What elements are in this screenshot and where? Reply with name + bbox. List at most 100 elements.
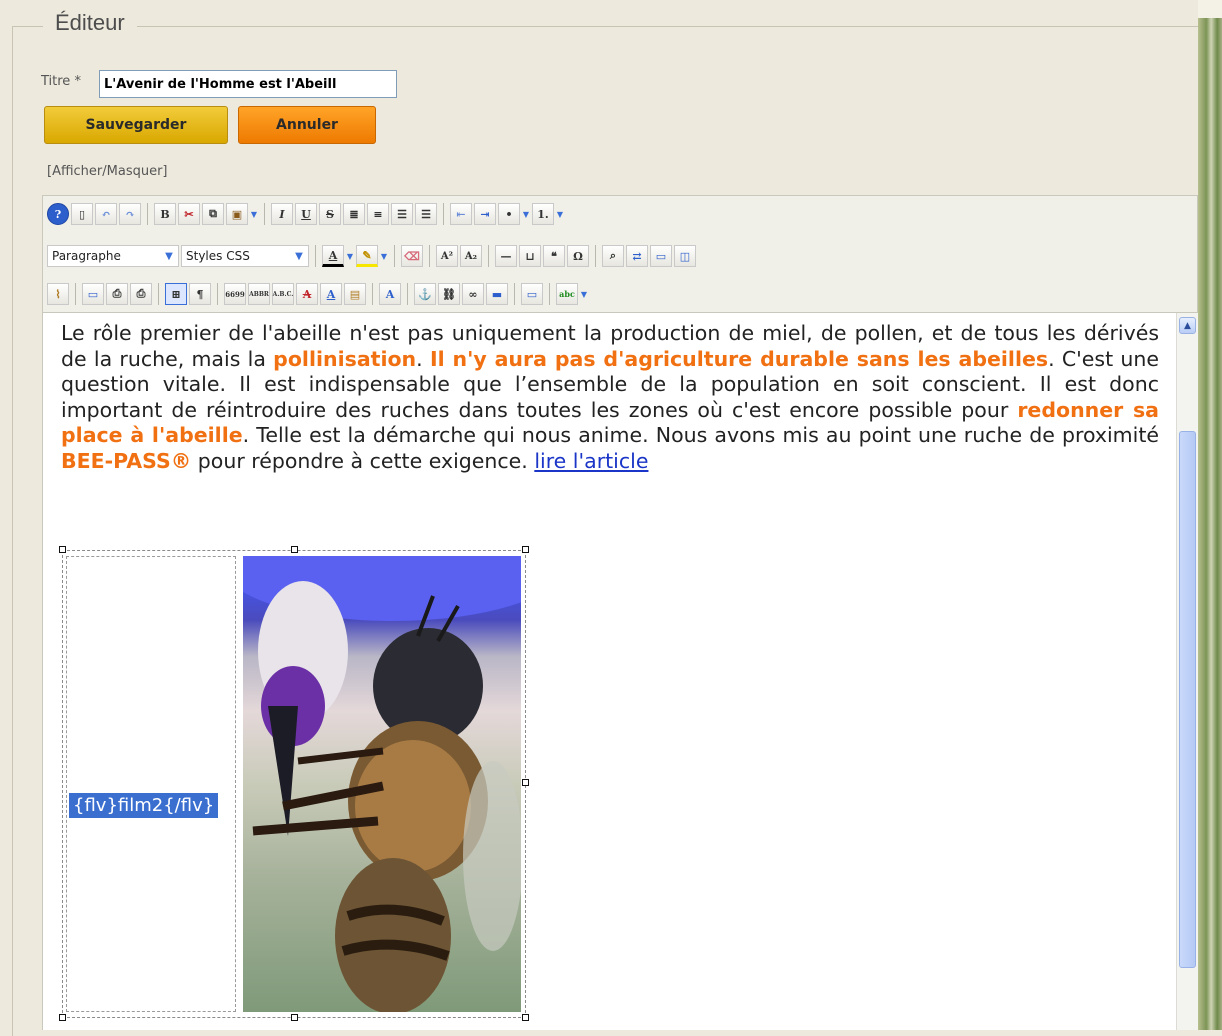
new-doc-icon[interactable]: ▯ [71, 203, 93, 225]
attributes-icon[interactable]: ▤ [344, 283, 366, 305]
undo-icon[interactable]: ↶ [95, 203, 117, 225]
highlight-agriculture: Il n'y aura pas d'agriculture durable sa… [429, 346, 1049, 371]
pagebreak-icon[interactable]: ⊔ [519, 245, 541, 267]
resize-handle[interactable] [291, 1014, 298, 1021]
toolbar-separator [429, 245, 430, 267]
align-right-icon[interactable]: ☰ [415, 203, 437, 225]
visual-aid-icon[interactable]: ⊞ [165, 283, 187, 305]
format-select[interactable]: Paragraphe ▼ [47, 245, 179, 267]
resize-handle[interactable] [522, 1014, 529, 1021]
read-article-link[interactable]: lire l'article [534, 449, 648, 473]
numbered-list-dropdown-icon[interactable]: ▼ [556, 203, 564, 225]
preview-icon[interactable]: ▭ [82, 283, 104, 305]
flv-video-tag[interactable]: {flv}film2{/flv} [69, 793, 219, 818]
cut-icon[interactable]: ✂ [178, 203, 200, 225]
horizontal-rule-icon[interactable]: — [495, 245, 517, 267]
resize-handle[interactable] [59, 1014, 66, 1021]
bullet-list-icon[interactable]: • [498, 203, 520, 225]
paste-icon[interactable]: ▣ [226, 203, 248, 225]
media-icon[interactable]: ▭ [521, 283, 543, 305]
toolbar-separator [315, 245, 316, 267]
save-button[interactable]: Sauvegarder [44, 106, 228, 144]
scroll-up-arrow-icon[interactable]: ▲ [1179, 317, 1196, 334]
eraser-icon[interactable]: ⌫ [401, 245, 423, 267]
acronym-icon[interactable]: A.B.C. [272, 283, 294, 305]
resize-handle[interactable] [522, 546, 529, 553]
fullscreen-icon[interactable]: ◫ [674, 245, 696, 267]
italic-icon[interactable]: I [271, 203, 293, 225]
background-grass-image [1198, 0, 1222, 1030]
numbered-list-icon[interactable]: 1. [532, 203, 554, 225]
bee-illustration [243, 556, 521, 1012]
spellcheck-dropdown-icon[interactable]: ▼ [580, 283, 588, 305]
editor-scrollbar[interactable]: ▲ [1176, 313, 1198, 1030]
redo-icon[interactable]: ↷ [119, 203, 141, 225]
font-color-icon[interactable]: A [322, 245, 344, 267]
print-preview-icon[interactable]: ⎙ [106, 283, 128, 305]
toolbar-separator [514, 283, 515, 305]
align-left-icon[interactable]: ☰ [391, 203, 413, 225]
help-icon[interactable]: ? [47, 203, 69, 225]
spellcheck-icon[interactable]: abc [556, 283, 578, 305]
styles-select[interactable]: Styles CSS ▼ [181, 245, 309, 267]
blockquote-icon[interactable]: ❝ [543, 245, 565, 267]
underline-icon[interactable]: U [295, 203, 317, 225]
anchor-icon[interactable]: ⚓ [414, 283, 436, 305]
cancel-button[interactable]: Annuler [238, 106, 376, 144]
bullet-list-dropdown-icon[interactable]: ▼ [522, 203, 530, 225]
highlight-bee-pass: BEE-PASS® [61, 448, 192, 473]
toolbar-separator [407, 283, 408, 305]
bee-image[interactable] [243, 556, 521, 1012]
replace-icon[interactable]: ⇄ [626, 245, 648, 267]
editor-toolbar: ? ▯ ↶ ↷ B ✂ ⧉ ▣ ▼ I U S ≣ ≡ ☰ ☰ ⇤ ⇥ • ▼ … [42, 195, 1198, 313]
deletion-icon[interactable]: A [296, 283, 318, 305]
print-icon[interactable]: ⎙ [130, 283, 152, 305]
title-input[interactable] [99, 70, 397, 98]
resize-handle[interactable] [59, 546, 66, 553]
content-text: . Telle est la démarche qui nous anime. … [242, 423, 1159, 447]
resize-handle[interactable] [291, 546, 298, 553]
resize-handle[interactable] [522, 779, 529, 786]
font-color-dropdown-icon[interactable]: ▼ [346, 245, 354, 267]
copy-icon[interactable]: ⧉ [202, 203, 224, 225]
highlight-pollinisation: pollinisation [273, 346, 417, 371]
justify-icon[interactable]: ≣ [343, 203, 365, 225]
toolbar-separator [158, 283, 159, 305]
layer-icon[interactable]: ▭ [650, 245, 672, 267]
toolbar-separator [443, 203, 444, 225]
strikethrough-icon[interactable]: S [319, 203, 341, 225]
styles-icon[interactable]: A [379, 283, 401, 305]
toolbar-separator [372, 283, 373, 305]
bold-icon[interactable]: B [154, 203, 176, 225]
highlight-dropdown-icon[interactable]: ▼ [380, 245, 388, 267]
abbr-icon[interactable]: ABBR [248, 283, 270, 305]
toolbar-separator [217, 283, 218, 305]
toolbar-separator [595, 245, 596, 267]
content-paragraph[interactable]: Le rôle premier de l'abeille n'est pas u… [61, 321, 1159, 474]
find-icon[interactable]: ⌕ [602, 245, 624, 267]
paste-dropdown-icon[interactable]: ▼ [250, 203, 258, 225]
special-char-icon[interactable]: Ω [567, 245, 589, 267]
unlink-icon[interactable]: ⛓ [438, 283, 460, 305]
styles-select-value: Styles CSS [186, 249, 250, 263]
toolbar-separator [488, 245, 489, 267]
outdent-icon[interactable]: ⇤ [450, 203, 472, 225]
media-left-cell[interactable] [66, 556, 236, 1012]
cite-icon[interactable]: 6699 [224, 283, 246, 305]
scroll-thumb[interactable] [1179, 431, 1196, 968]
insertion-icon[interactable]: A [320, 283, 342, 305]
pilcrow-icon[interactable]: ¶ [189, 283, 211, 305]
chevron-down-icon: ▼ [165, 250, 173, 262]
toolbar-separator [394, 245, 395, 267]
background-top [1198, 0, 1222, 18]
subscript-icon[interactable]: A₂ [460, 245, 482, 267]
highlight-color-icon[interactable]: ✎ [356, 245, 378, 267]
image-icon[interactable]: ▬ [486, 283, 508, 305]
link-icon[interactable]: ∞ [462, 283, 484, 305]
cleanup-broom-icon[interactable]: ⌇ [47, 283, 69, 305]
toggle-editor-link[interactable]: [Afficher/Masquer] [47, 164, 168, 179]
align-center-icon[interactable]: ≡ [367, 203, 389, 225]
editor-content-area[interactable]: Le rôle premier de l'abeille n'est pas u… [42, 313, 1176, 1030]
indent-icon[interactable]: ⇥ [474, 203, 496, 225]
superscript-icon[interactable]: A² [436, 245, 458, 267]
